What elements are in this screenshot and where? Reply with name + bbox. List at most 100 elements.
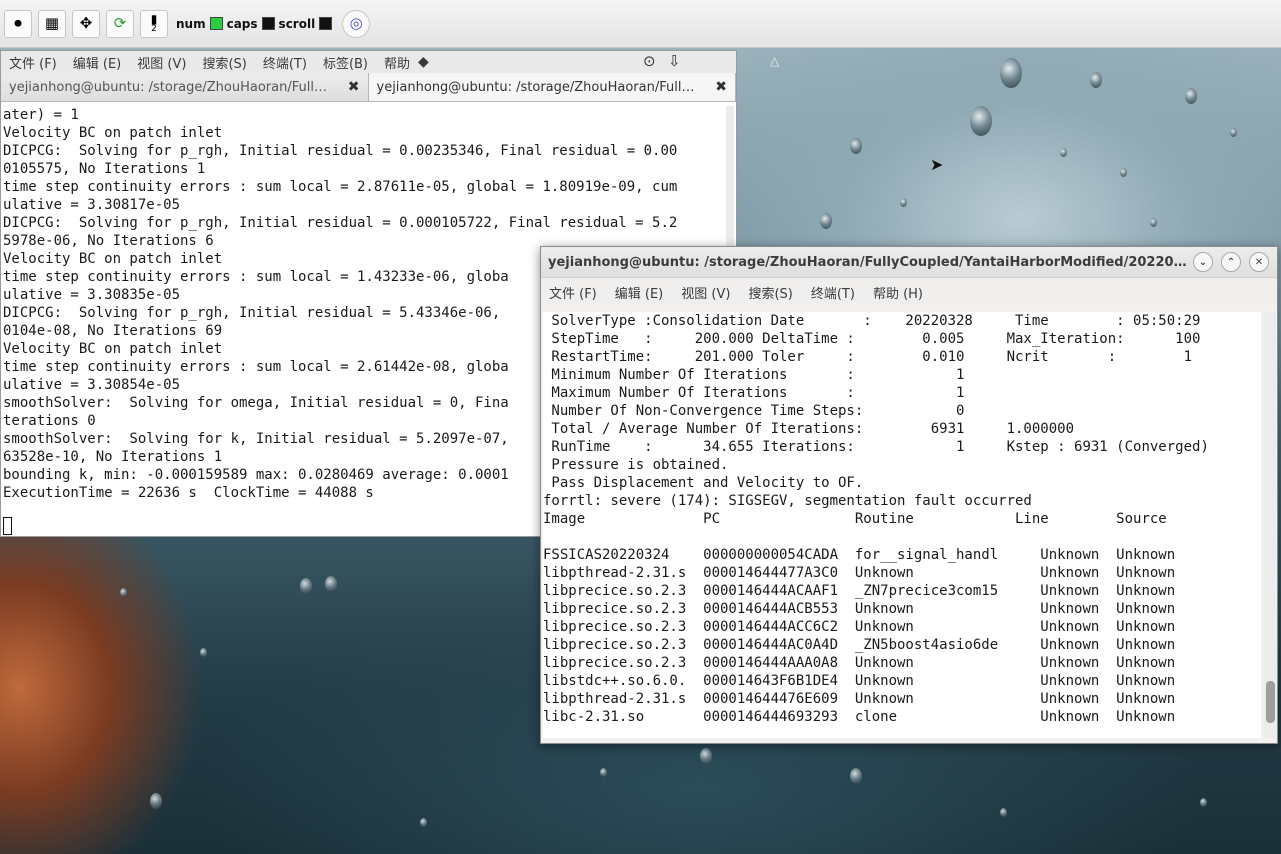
menu-search[interactable]: 搜索(S): [202, 53, 246, 72]
workspace-icon[interactable]: ▮ 2: [140, 9, 168, 38]
raindrop: [420, 818, 427, 827]
scrollbar-thumb[interactable]: [1266, 681, 1275, 723]
tray-icon-pin[interactable]: ◆: [418, 54, 429, 70]
raindrop: [970, 106, 992, 136]
menu-tabs[interactable]: 标签(B): [323, 53, 368, 72]
terminal-line: libprecice.so.2.3 0000146444AAA0A8 Unkno…: [543, 655, 1176, 671]
raindrop: [150, 793, 162, 809]
network-icon[interactable]: ⊙: [643, 52, 656, 70]
scroll-lock-indicator: [319, 17, 333, 30]
terminal-line: 0105575, No Iterations 1: [3, 161, 206, 177]
tab-terminal-1[interactable]: yejianhong@ubuntu: /storage/ZhouHaoran/F…: [1, 73, 369, 101]
tab-terminal-2[interactable]: yejianhong@ubuntu: /storage/ZhouHaoran/F…: [368, 73, 736, 101]
terminal-line: RunTime : 34.655 Iterations: 1 Kstep : 6…: [543, 439, 1209, 455]
refresh-icon[interactable]: ⟳: [106, 9, 134, 38]
caps-lock-indicator: [261, 17, 275, 30]
terminal-line: SolverType :Consolidation Date : 2022032…: [543, 313, 1201, 329]
tab-bar: yejianhong@ubuntu: /storage/ZhouHaoran/F…: [1, 73, 736, 102]
raindrop: [1060, 148, 1067, 157]
raindrop: [325, 576, 337, 592]
terminal-line: ater) = 1: [3, 107, 79, 123]
tray-indicator-icon[interactable]: △: [770, 54, 779, 68]
raindrop: [120, 588, 127, 597]
terminal-line: Maximum Number Of Iterations : 1: [543, 385, 965, 401]
raindrop: [850, 138, 862, 154]
menu-terminal[interactable]: 终端(T): [263, 53, 307, 72]
menu-terminal[interactable]: 终端(T): [811, 283, 855, 302]
tab-close-icon[interactable]: ✖: [715, 79, 727, 95]
tab-close-icon[interactable]: ✖: [348, 79, 360, 95]
raindrop: [1000, 58, 1022, 88]
raindrop: [900, 198, 907, 207]
scrollbar[interactable]: [1264, 312, 1276, 738]
menu-file[interactable]: 文件 (F): [549, 283, 597, 302]
terminal-line: libpthread-2.31.s 000014644477A3C0 Unkno…: [543, 565, 1176, 581]
terminal-line: RestartTime: 201.000 Toler : 0.010 Ncrit…: [543, 349, 1193, 365]
raindrop: [820, 213, 832, 229]
caps-lock-label: caps: [226, 16, 258, 31]
menubar: 文件 (F) 编辑 (E) 视图 (V) 搜索(S) 终端(T) 帮助 (H): [541, 278, 1277, 306]
terminal-line: Total / Average Number Of Iterations: 69…: [543, 421, 1075, 437]
terminal-line: time step continuity errors : sum local …: [3, 179, 678, 195]
move-icon[interactable]: ✥: [72, 9, 100, 38]
raindrop: [1120, 168, 1127, 177]
terminal-line: FSSICAS20220324 000000000054CADA for__si…: [543, 547, 1176, 563]
terminal-line: libprecice.so.2.3 0000146444ACB553 Unkno…: [543, 601, 1176, 617]
raindrop: [1150, 218, 1157, 227]
terminal-line: Velocity BC on patch inlet: [3, 125, 223, 141]
minimize-button[interactable]: ⌄: [1193, 252, 1213, 272]
terminal-line: ulative = 3.30817e-05: [3, 197, 181, 213]
maximize-button[interactable]: ⌃: [1221, 252, 1241, 272]
download-icon[interactable]: ⇩: [668, 52, 681, 70]
terminal-line: libstdc++.so.6.0. 000014643F6B1DE4 Unkno…: [543, 673, 1176, 689]
tab-title: yejianhong@ubuntu: /storage/ZhouHaoran/F…: [9, 79, 327, 95]
terminal-line: Pass Displacement and Velocity to OF.: [543, 475, 864, 491]
menu-edit[interactable]: 编辑 (E): [615, 283, 664, 302]
window-title: yejianhong@ubuntu: /storage/ZhouHaoran/F…: [548, 254, 1193, 270]
raindrop: [1000, 808, 1007, 817]
mouse-pointer-icon: ➤: [930, 155, 944, 174]
terminal-output[interactable]: SolverType :Consolidation Date : 2022032…: [543, 312, 1261, 738]
menu-help[interactable]: 帮助: [384, 53, 410, 72]
menubar: 文件 (F) 编辑 (E) 视图 (V) 搜索(S) 终端(T) 标签(B) 帮…: [1, 51, 736, 73]
menu-view[interactable]: 视图 (V): [681, 283, 730, 302]
terminal-line: DICPCG: Solving for p_rgh, Initial resid…: [3, 143, 678, 159]
close-button[interactable]: ✕: [1249, 252, 1269, 272]
raindrop: [1230, 128, 1237, 137]
windows-icon[interactable]: ▦: [38, 9, 66, 38]
terminal-line: libprecice.so.2.3 0000146444AC0A4D _ZN5b…: [543, 637, 1176, 653]
raindrop: [1185, 88, 1197, 104]
scroll-lock-label: scroll: [278, 16, 316, 31]
terminal-line: Minimum Number Of Iterations : 1: [543, 367, 965, 383]
terminal-line: StepTime : 200.000 DeltaTime : 0.005 Max…: [543, 331, 1201, 347]
raindrop: [1200, 798, 1207, 807]
terminal-line: libc-2.31.so 0000146444693293 clone Unkn…: [543, 709, 1176, 725]
raindrop: [1090, 72, 1102, 88]
raindrop: [700, 748, 712, 764]
top-panel: ⏺ ▦ ✥ ⟳ ▮ 2 num caps scroll ◎: [0, 0, 1281, 48]
terminal-line: libprecice.so.2.3 0000146444ACC6C2 Unkno…: [543, 619, 1176, 635]
raindrop: [850, 768, 862, 784]
tab-title: yejianhong@ubuntu: /storage/ZhouHaoran/F…: [376, 79, 695, 95]
terminal-window-foreground[interactable]: yejianhong@ubuntu: /storage/ZhouHaoran/F…: [540, 246, 1278, 744]
menu-search[interactable]: 搜索(S): [748, 283, 792, 302]
screen-record-icon[interactable]: ⏺: [4, 9, 32, 38]
terminal-line: libpthread-2.31.s 000014644476E609 Unkno…: [543, 691, 1176, 707]
menu-help[interactable]: 帮助 (H): [873, 283, 923, 302]
terminal-line: Pressure is obtained.: [543, 457, 729, 473]
terminal-cursor: [3, 517, 12, 535]
terminal-line: Number Of Non-Convergence Time Steps: 0: [543, 403, 965, 419]
terminal-line: Image PC Routine Line Source: [543, 511, 1167, 527]
raindrop: [300, 578, 312, 594]
workspace-number: 2: [151, 24, 157, 34]
raindrop: [600, 768, 607, 777]
window-titlebar[interactable]: yejianhong@ubuntu: /storage/ZhouHaoran/F…: [541, 247, 1277, 278]
browser-icon[interactable]: ◎: [342, 9, 371, 38]
terminal-line: DICPCG: Solving for p_rgh, Initial resid…: [3, 215, 678, 231]
menu-edit[interactable]: 编辑 (E): [73, 53, 122, 72]
menu-view[interactable]: 视图 (V): [137, 53, 186, 72]
menu-file[interactable]: 文件 (F): [9, 53, 57, 72]
terminal-line: forrtl: severe (174): SIGSEGV, segmentat…: [543, 493, 1032, 509]
terminal-line: libprecice.so.2.3 0000146444ACAAF1 _ZN7p…: [543, 583, 1176, 599]
